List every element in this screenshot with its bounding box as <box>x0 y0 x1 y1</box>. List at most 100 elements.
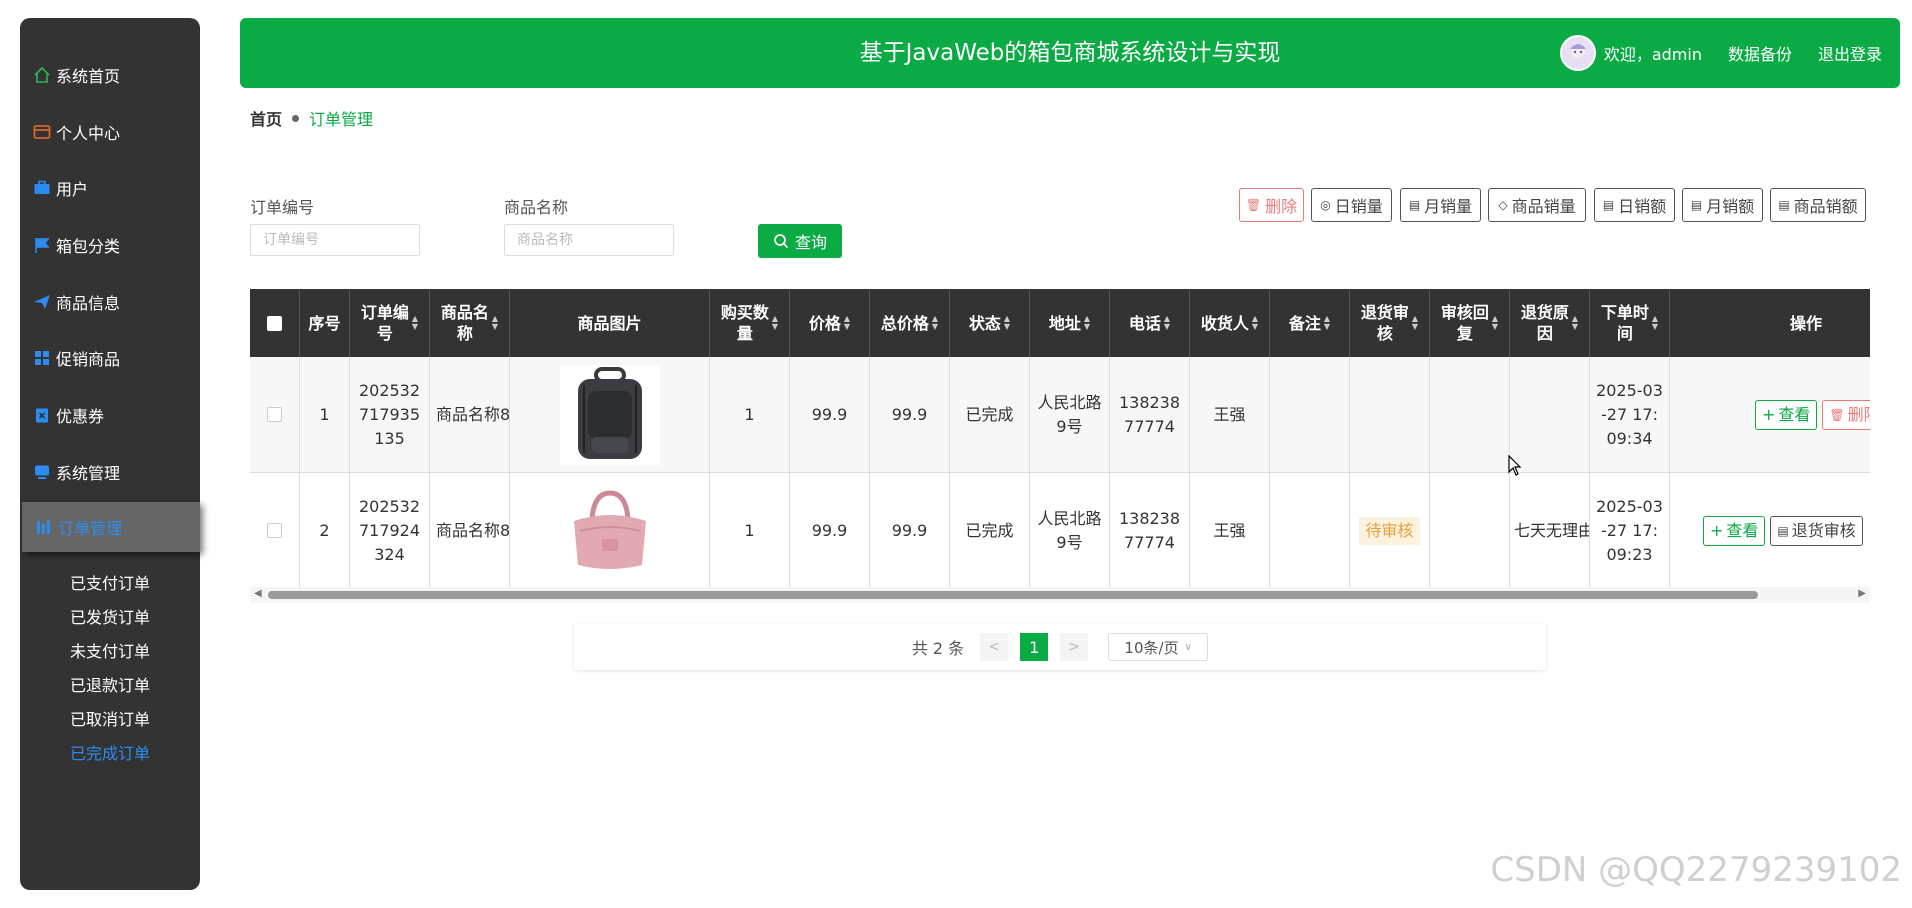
th-qty[interactable]: 购买数量 ▲ ▼ <box>710 289 790 357</box>
breadcrumb-home[interactable]: 首页 <box>250 106 282 130</box>
return-audit-button[interactable]: ▤ 退货审核 <box>1770 515 1863 546</box>
th-product[interactable]: 商品名称 ▲ ▼ <box>430 289 510 357</box>
logout-link[interactable]: 退出登录 <box>1818 41 1882 65</box>
th-status[interactable]: 状态 ▲ ▼ <box>950 289 1030 357</box>
page-1-button[interactable]: 1 <box>1020 633 1049 661</box>
row-checkbox[interactable] <box>267 523 282 538</box>
sidebar-item-products[interactable]: 商品信息 <box>32 287 120 317</box>
sidebar-subitem-paid[interactable]: 已支付订单 <box>70 570 150 594</box>
row-delete-button[interactable]: 🗑删除 <box>1822 399 1870 430</box>
chart-icon <box>34 517 54 537</box>
th-phone[interactable]: 电话 ▲ ▼ <box>1110 289 1190 357</box>
delete-label: 删除 <box>1265 197 1298 216</box>
monthly-sales-amount-button[interactable]: ▤ 月销额 <box>1682 188 1763 222</box>
th-address[interactable]: 地址 ▲ ▼ <box>1030 289 1110 357</box>
product-sales-amount-button[interactable]: ▤ 商品销额 <box>1770 188 1866 222</box>
view-label: 查看 <box>1726 520 1759 540</box>
cell-image <box>510 357 710 472</box>
sidebar-item-promotions[interactable]: 促销商品 <box>32 343 120 373</box>
sidebar-item-coupons[interactable]: 优惠券 <box>32 400 104 430</box>
cell-order-time: 2025-03-27 17:09:34 <box>1590 357 1670 472</box>
sort-icon: ▲ ▼ <box>1411 314 1419 331</box>
product-sales-qty-button[interactable]: ◇ 商品销量 <box>1488 188 1586 222</box>
total-count: 共 2 条 <box>911 639 965 658</box>
daily-sales-amount-button[interactable]: ▤ 日销额 <box>1594 188 1675 222</box>
daily-sales-amount-label: 日销额 <box>1618 197 1667 216</box>
monitor-icon <box>32 462 52 482</box>
prev-page-button[interactable]: < <box>980 633 1009 661</box>
sidebar-subitem-refunded[interactable]: 已退款订单 <box>70 672 150 696</box>
sidebar-subitem-unpaid[interactable]: 未支付订单 <box>70 638 150 662</box>
horizontal-scrollbar[interactable]: ◀ ▶ <box>250 587 1870 603</box>
row-checkbox[interactable] <box>267 407 282 422</box>
query-button[interactable]: 查询 <box>758 224 842 258</box>
cell-total: 99.9 <box>870 357 950 472</box>
header: 基于JavaWeb的箱包商城系统设计与实现 欢迎，admin 数据备份 退出登录 <box>240 18 1900 88</box>
th-return-reason[interactable]: 退货原因 ▲ ▼ <box>1510 289 1590 357</box>
page-size-select[interactable]: 10条/页 ∨ <box>1108 633 1209 661</box>
view-button[interactable]: + 查看 <box>1755 399 1818 430</box>
cell-return-reason: 七天无理由 <box>1510 473 1590 587</box>
row-delete-label: 删除 <box>1847 404 1870 424</box>
sidebar-item-category[interactable]: 箱包分类 <box>32 230 120 260</box>
sidebar-item-home[interactable]: 系统首页 <box>32 60 120 90</box>
sidebar-subitem-cancelled[interactable]: 已取消订单 <box>70 706 150 730</box>
select-all-checkbox[interactable] <box>267 315 282 331</box>
table-header: 序号 订单编号 ▲ ▼ 商品名称 ▲ ▼ 商品图片 购买数量 ▲ ▼ 价格 ▲ ▼ 总价格 ▲ ▼ … <box>250 289 1870 357</box>
send-icon <box>32 292 52 312</box>
cell-price: 99.9 <box>790 357 870 472</box>
cell-address: 人民北路9号 <box>1030 357 1110 472</box>
trash-icon: 🗑 <box>1245 198 1262 212</box>
scroll-right-icon[interactable]: ▶ <box>1858 588 1866 599</box>
cell-return-reason <box>1510 357 1590 472</box>
sidebar-item-label: 箱包分类 <box>56 237 121 256</box>
cell-actions: +查看 🗑删除 <box>1670 357 1870 472</box>
monthly-sales-qty-label: 月销量 <box>1424 197 1473 216</box>
cell-remark <box>1270 473 1350 587</box>
sidebar-item-profile[interactable]: 个人中心 <box>32 117 120 147</box>
cell-total: 99.9 <box>870 473 950 587</box>
cell-order-no: 202532717935135 <box>350 357 430 472</box>
sort-icon: ▲ ▼ <box>1323 314 1331 331</box>
th-total[interactable]: 总价格 ▲ ▼ <box>870 289 950 357</box>
th-audit-reply[interactable]: 审核回复 ▲ ▼ <box>1430 289 1510 357</box>
daily-sales-qty-label: 日销量 <box>1334 197 1383 216</box>
th-order-no[interactable]: 订单编号 ▲ ▼ <box>350 289 430 357</box>
table-row: 1 202532717935135 商品名称8 1 99.9 99.9 已完成 … <box>250 357 1870 473</box>
backup-link[interactable]: 数据备份 <box>1728 41 1792 65</box>
cell-audit-reply <box>1430 357 1510 472</box>
product-name-input[interactable]: 商品名称 <box>504 224 674 256</box>
sidebar-subitem-completed[interactable]: 已完成订单 <box>70 740 150 764</box>
table-row: 2 202532717924324 商品名称8 1 99.9 99.9 已完成 … <box>250 473 1870 587</box>
chart-icon: ▤ <box>1690 198 1703 212</box>
wallet-icon <box>32 122 52 142</box>
order-no-input[interactable]: 订单编号 <box>250 224 420 256</box>
monthly-sales-qty-button[interactable]: ▤ 月销量 <box>1400 188 1481 222</box>
th-remark[interactable]: 备注 ▲ ▼ <box>1270 289 1350 357</box>
th-return-audit[interactable]: 退货审核 ▲ ▼ <box>1350 289 1430 357</box>
sidebar-item-orders[interactable]: 订单管理 <box>22 502 200 552</box>
monthly-sales-amount-label: 月销额 <box>1706 197 1755 216</box>
sidebar-subitem-shipped[interactable]: 已发货订单 <box>70 604 150 628</box>
cell-index: 1 <box>300 357 350 472</box>
th-price[interactable]: 价格 ▲ ▼ <box>790 289 870 357</box>
delete-button[interactable]: 🗑 删除 <box>1239 188 1304 222</box>
sidebar-item-users[interactable]: 用户 <box>32 173 88 203</box>
scroll-left-icon[interactable]: ◀ <box>254 588 262 599</box>
cell-return-audit: 待审核 <box>1350 473 1430 587</box>
product-image <box>559 480 660 581</box>
cell-status: 已完成 <box>950 357 1030 472</box>
daily-sales-qty-button[interactable]: ◎ 日销量 <box>1311 188 1392 222</box>
grid-icon <box>32 348 52 368</box>
scroll-thumb[interactable] <box>268 591 1758 599</box>
next-page-button[interactable]: > <box>1060 633 1089 661</box>
chart-icon: ▤ <box>1602 198 1615 212</box>
sidebar-item-system[interactable]: 系统管理 <box>32 457 120 487</box>
th-receiver[interactable]: 收货人 ▲ ▼ <box>1190 289 1270 357</box>
cell-qty: 1 <box>710 357 790 472</box>
th-order-time[interactable]: 下单时间 ▲ ▼ <box>1590 289 1670 357</box>
sidebar-item-label: 促销商品 <box>56 350 121 369</box>
cell-status: 已完成 <box>950 473 1030 587</box>
view-button[interactable]: + 查看 <box>1703 515 1766 546</box>
product-sales-qty-label: 商品销量 <box>1511 197 1576 216</box>
